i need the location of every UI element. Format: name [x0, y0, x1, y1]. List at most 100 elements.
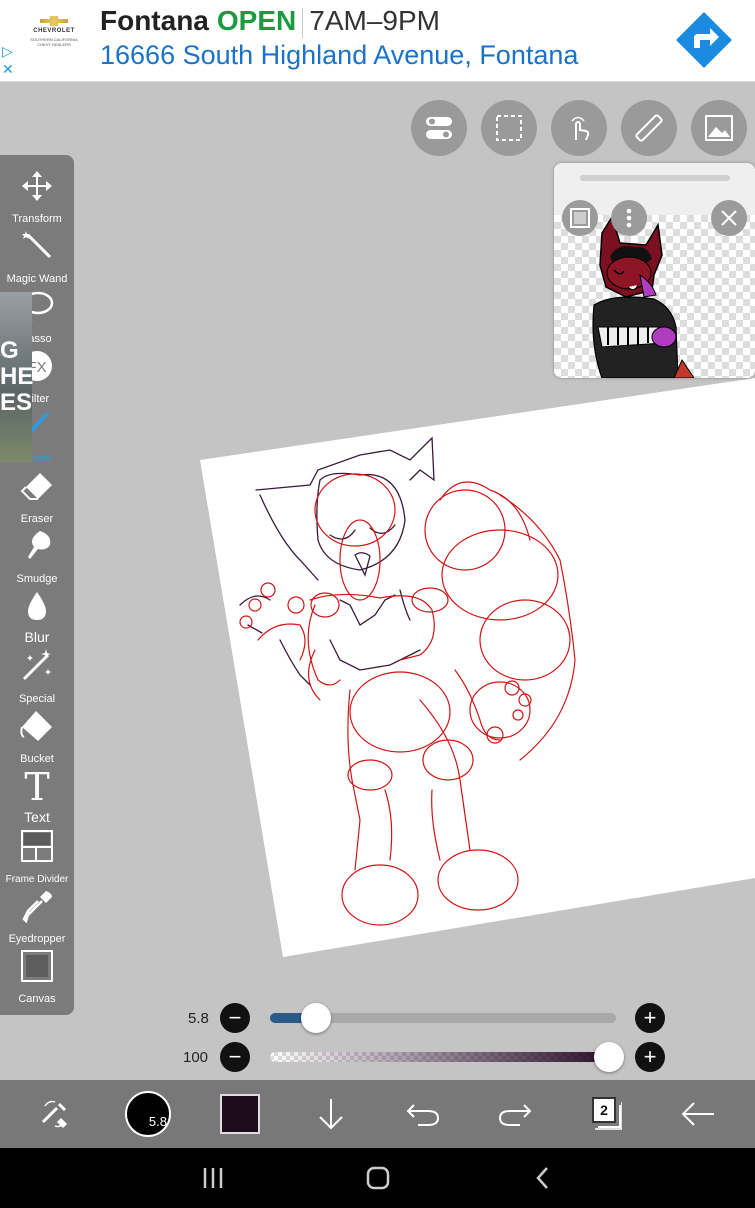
- tool-label: Eraser: [20, 513, 54, 525]
- chevrolet-bowtie-icon: [40, 16, 68, 26]
- frame-divider-icon: [21, 830, 53, 862]
- tool-label: Eyedropper: [8, 933, 66, 945]
- system-back-button[interactable]: [513, 1148, 573, 1208]
- tool-eraser[interactable]: Eraser: [0, 467, 74, 527]
- reference-image: [554, 215, 755, 378]
- drag-handle[interactable]: [580, 175, 730, 181]
- touch-button[interactable]: [551, 100, 607, 156]
- opacity-value: 100: [183, 1049, 209, 1066]
- ad-headline[interactable]: Fontana OPEN 7AM–9PM: [100, 4, 440, 38]
- reference-close-button[interactable]: [711, 200, 747, 236]
- sketch-red-lines: [239, 473, 576, 926]
- sketch-dark-lines: [239, 436, 435, 686]
- tool-label: Transform: [12, 213, 62, 225]
- home-icon: [366, 1166, 390, 1190]
- tool-canvas[interactable]: Canvas: [0, 947, 74, 1007]
- tool-frame-divider[interactable]: Frame Divider: [0, 827, 74, 887]
- directions-icon[interactable]: [674, 10, 734, 70]
- character-reference-art: [592, 215, 695, 378]
- tool-palette: Transform Magic Wand Lasso FX Filter Bru…: [0, 155, 74, 1015]
- tool-label: Blur: [24, 629, 50, 645]
- opacity-increase-button[interactable]: +: [635, 1042, 665, 1072]
- brush-size-increase-button[interactable]: +: [635, 1003, 665, 1033]
- overlay-ad-text: ES: [0, 389, 33, 416]
- tool-transform[interactable]: Transform: [0, 167, 74, 227]
- tool-text[interactable]: T Text: [0, 767, 74, 827]
- current-color-swatch: [220, 1094, 260, 1134]
- tool-label: Special: [18, 693, 56, 705]
- ad-close-icon[interactable]: ✕: [2, 60, 14, 78]
- tool-magic-wand[interactable]: Magic Wand: [0, 227, 74, 287]
- undo-button[interactable]: [388, 1080, 458, 1148]
- reference-thumbnail-button[interactable]: [562, 200, 598, 236]
- brush-size-text: 5.8: [148, 1114, 167, 1129]
- drawing-canvas[interactable]: [0, 0, 755, 1080]
- opacity-slider-thumb[interactable]: [594, 1042, 624, 1072]
- move-arrows-icon: [22, 171, 52, 201]
- toggle-button[interactable]: [411, 100, 467, 156]
- redo-icon: [498, 1104, 532, 1126]
- home-button[interactable]: [348, 1148, 408, 1208]
- reference-menu-button[interactable]: [611, 200, 647, 236]
- back-button[interactable]: [663, 1080, 733, 1148]
- ad-hours: 7AM–9PM: [309, 5, 440, 36]
- ad-open-status: OPEN: [216, 5, 297, 36]
- brush-size-slider-thumb[interactable]: [301, 1003, 332, 1033]
- tool-label: Magic Wand: [6, 273, 68, 285]
- reference-image-button[interactable]: [691, 100, 747, 156]
- ad-business-name[interactable]: Fontana: [100, 5, 209, 36]
- layers-button[interactable]: 2: [572, 1080, 642, 1148]
- redo-button[interactable]: [480, 1080, 550, 1148]
- canvas-icon: [21, 950, 53, 982]
- toggle-icon: [426, 117, 452, 139]
- bucket-icon: [20, 711, 52, 741]
- canvas-paper[interactable]: [200, 378, 755, 957]
- tool-special[interactable]: Special: [0, 647, 74, 707]
- directions-button[interactable]: [674, 10, 734, 70]
- arrow-down-icon: [319, 1099, 343, 1130]
- close-icon: [721, 210, 737, 226]
- swap-brush-eraser-icon: [41, 1100, 67, 1128]
- ad-divider: [302, 7, 304, 38]
- ad-choices[interactable]: ▷ ✕: [2, 42, 14, 78]
- blur-drop-icon: [28, 592, 46, 620]
- recent-apps-button[interactable]: [183, 1148, 243, 1208]
- tool-label: Frame Divider: [5, 874, 69, 885]
- ad-logo: CHEVROLET SOUTHERN CALIFORNIA CHEVY DEAL…: [26, 12, 82, 58]
- svg-text:T: T: [24, 769, 49, 803]
- selection-button[interactable]: [481, 100, 537, 156]
- system-navigation-bar: [0, 1148, 755, 1208]
- tool-blur[interactable]: Blur: [0, 587, 74, 647]
- opacity-slider[interactable]: [270, 1052, 616, 1062]
- reference-thumbnail-icon: [570, 208, 590, 228]
- tool-smudge[interactable]: Smudge: [0, 527, 74, 587]
- swap-tool-button[interactable]: [20, 1080, 90, 1148]
- reference-window[interactable]: [554, 163, 755, 378]
- overlay-ad-text: G: [0, 337, 19, 364]
- ruler-button[interactable]: [621, 100, 677, 156]
- brush-size-button[interactable]: 5.8: [113, 1080, 183, 1148]
- layers-icon: 2: [592, 1097, 622, 1131]
- tool-bucket[interactable]: Bucket: [0, 707, 74, 767]
- layer-count: 2: [592, 1097, 616, 1123]
- ad-choices-icon[interactable]: ▷: [2, 42, 14, 60]
- tool-eyedropper[interactable]: Eyedropper: [0, 887, 74, 947]
- more-vertical-icon: [626, 208, 632, 228]
- floating-ad-overlay[interactable]: G HE ES: [0, 292, 34, 462]
- touch-icon: [571, 116, 590, 141]
- selection-icon: [496, 115, 522, 141]
- color-button[interactable]: [205, 1080, 275, 1148]
- overlay-ad-text: HE: [0, 363, 34, 390]
- import-button[interactable]: [296, 1080, 366, 1148]
- opacity-decrease-button[interactable]: −: [220, 1042, 250, 1072]
- plus-icon: +: [643, 1044, 657, 1069]
- ad-banner[interactable]: ▷ ✕ CHEVROLET SOUTHERN CALIFORNIA CHEVY …: [0, 0, 755, 82]
- eyedropper-icon: [22, 891, 52, 923]
- brush-size-indicator: 5.8: [125, 1091, 171, 1137]
- brush-size-decrease-button[interactable]: −: [220, 1003, 250, 1033]
- tool-label: Canvas: [18, 993, 56, 1005]
- ad-address[interactable]: 16666 South Highland Avenue, Fontana: [100, 40, 578, 71]
- reference-image-icon: [705, 115, 733, 141]
- eraser-icon: [20, 473, 52, 500]
- recent-apps-icon: [203, 1168, 223, 1188]
